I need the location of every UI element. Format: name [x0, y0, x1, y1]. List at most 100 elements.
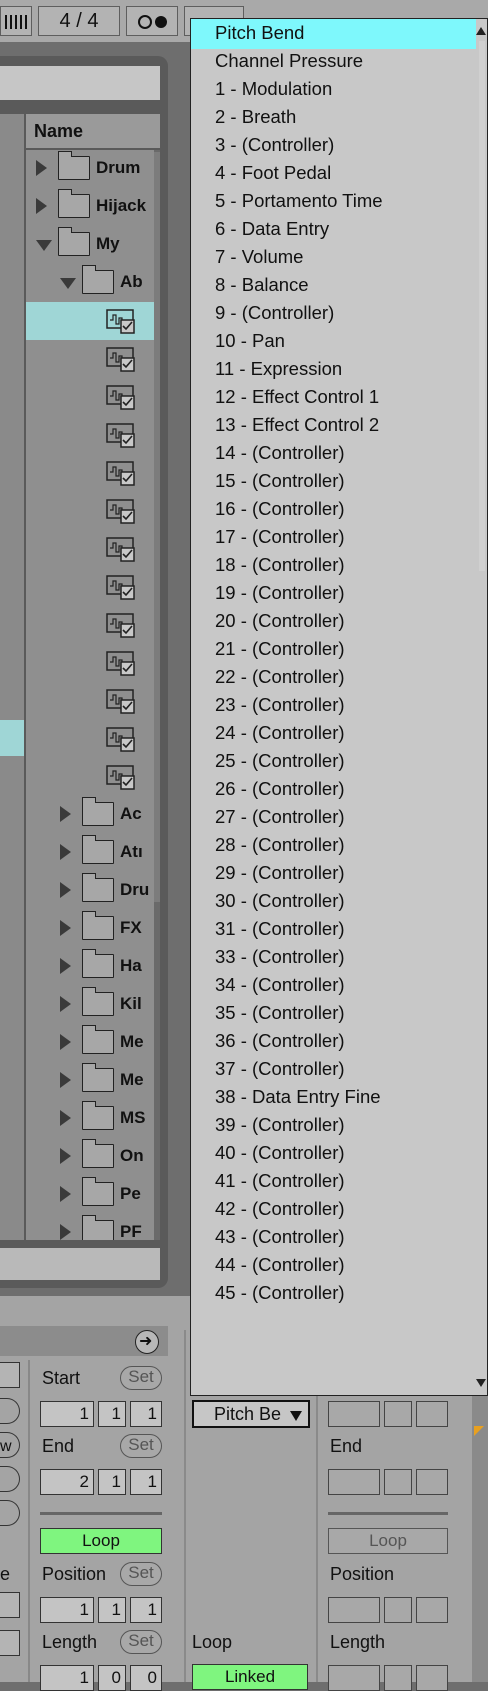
position-beat[interactable]: 1: [98, 1597, 126, 1623]
menu-item[interactable]: 1 - Modulation: [191, 75, 476, 105]
menu-item[interactable]: 40 - (Controller): [191, 1139, 476, 1169]
disclosure-closed-icon[interactable]: [60, 806, 71, 822]
env-position-bar[interactable]: [328, 1597, 380, 1623]
menu-item[interactable]: Pitch Bend: [191, 19, 476, 49]
menu-item[interactable]: 41 - (Controller): [191, 1167, 476, 1197]
left-field-3[interactable]: [0, 1630, 20, 1656]
left-field-2[interactable]: [0, 1592, 20, 1618]
disclosure-closed-icon[interactable]: [60, 996, 71, 1012]
hot-swap-arrow-button[interactable]: [135, 1330, 159, 1354]
left-field-1[interactable]: [0, 1362, 20, 1388]
menu-item[interactable]: 34 - (Controller): [191, 971, 476, 1001]
start-set-button[interactable]: Set: [120, 1366, 162, 1390]
menu-item[interactable]: 10 - Pan: [191, 327, 476, 357]
menu-item[interactable]: 4 - Foot Pedal: [191, 159, 476, 189]
browser-folder-row[interactable]: Ab: [26, 264, 160, 302]
menu-item[interactable]: 38 - Data Entry Fine: [191, 1083, 476, 1113]
menu-item[interactable]: 15 - (Controller): [191, 467, 476, 497]
browser-clip-row[interactable]: [26, 340, 160, 378]
start-bar[interactable]: 1: [40, 1401, 94, 1427]
disclosure-closed-icon[interactable]: [36, 160, 47, 176]
env-length-beat[interactable]: [384, 1665, 412, 1691]
env-start-bar[interactable]: [328, 1401, 380, 1427]
browser-clip-row[interactable]: [26, 416, 160, 454]
menu-item[interactable]: 42 - (Controller): [191, 1195, 476, 1225]
menu-item[interactable]: 27 - (Controller): [191, 803, 476, 833]
browser-clip-row[interactable]: [26, 492, 160, 530]
env-end-beat[interactable]: [384, 1469, 412, 1495]
browser-folder-row[interactable]: MS: [26, 1100, 160, 1138]
browser-folder-row[interactable]: On: [26, 1138, 160, 1176]
menu-item[interactable]: 3 - (Controller): [191, 131, 476, 161]
browser-clip-row[interactable]: [26, 644, 160, 682]
disclosure-closed-icon[interactable]: [60, 882, 71, 898]
menu-item[interactable]: 17 - (Controller): [191, 523, 476, 553]
position-set-button[interactable]: Set: [120, 1562, 162, 1586]
menu-item[interactable]: 13 - Effect Control 2: [191, 411, 476, 441]
browser-sidebar-selection[interactable]: [0, 720, 24, 756]
position-sixteenth[interactable]: 1: [130, 1597, 162, 1623]
env-end-bar[interactable]: [328, 1469, 380, 1495]
browser-folder-row[interactable]: Me: [26, 1062, 160, 1100]
menu-item[interactable]: Channel Pressure: [191, 47, 476, 77]
menu-item[interactable]: 20 - (Controller): [191, 607, 476, 637]
menu-item[interactable]: 35 - (Controller): [191, 999, 476, 1029]
browser-clip-row[interactable]: [26, 758, 160, 796]
menu-item[interactable]: 7 - Volume: [191, 243, 476, 273]
scroll-up-icon[interactable]: [476, 27, 486, 35]
disclosure-closed-icon[interactable]: [36, 198, 47, 214]
menu-item[interactable]: 16 - (Controller): [191, 495, 476, 525]
envelope-linked-button[interactable]: Linked: [192, 1664, 308, 1690]
menu-item[interactable]: 12 - Effect Control 1: [191, 383, 476, 413]
menu-item[interactable]: 31 - (Controller): [191, 915, 476, 945]
browser-folder-row[interactable]: PF: [26, 1214, 160, 1240]
browser-folder-row[interactable]: Atı: [26, 834, 160, 872]
menu-item[interactable]: 21 - (Controller): [191, 635, 476, 665]
browser-clip-row[interactable]: [26, 682, 160, 720]
browser-clip-row[interactable]: [26, 378, 160, 416]
browser-folder-row[interactable]: Pe: [26, 1176, 160, 1214]
disclosure-closed-icon[interactable]: [60, 958, 71, 974]
end-bar[interactable]: 2: [40, 1469, 94, 1495]
menu-item[interactable]: 43 - (Controller): [191, 1223, 476, 1253]
disclosure-closed-icon[interactable]: [60, 1034, 71, 1050]
menu-item[interactable]: 36 - (Controller): [191, 1027, 476, 1057]
browser-folder-row[interactable]: Dru: [26, 872, 160, 910]
browser-folder-row[interactable]: My: [26, 226, 160, 264]
disclosure-open-icon[interactable]: [60, 278, 76, 289]
end-sixteenth[interactable]: 1: [130, 1469, 162, 1495]
menu-item[interactable]: 8 - Balance: [191, 271, 476, 301]
menu-item[interactable]: 28 - (Controller): [191, 831, 476, 861]
env-start-beat[interactable]: [384, 1401, 412, 1427]
browser-clip-row[interactable]: [26, 720, 160, 758]
env-length-sixteenth[interactable]: [416, 1665, 448, 1691]
position-bar[interactable]: 1: [40, 1597, 94, 1623]
length-set-button[interactable]: Set: [120, 1630, 162, 1654]
menu-item[interactable]: 44 - (Controller): [191, 1251, 476, 1281]
browser-folder-row[interactable]: FX: [26, 910, 160, 948]
menu-item[interactable]: 25 - (Controller): [191, 747, 476, 777]
env-position-sixteenth[interactable]: [416, 1597, 448, 1623]
browser-clip-row[interactable]: [26, 606, 160, 644]
browser-clip-row[interactable]: [26, 530, 160, 568]
menu-item[interactable]: 33 - (Controller): [191, 943, 476, 973]
length-bar[interactable]: 1: [40, 1665, 94, 1691]
browser-scrollbar-thumb[interactable]: [154, 152, 160, 902]
disclosure-closed-icon[interactable]: [60, 1148, 71, 1164]
disclosure-closed-icon[interactable]: [60, 1110, 71, 1126]
menu-item[interactable]: 11 - Expression: [191, 355, 476, 385]
browser-clip-row[interactable]: [26, 568, 160, 606]
menu-item[interactable]: 5 - Portamento Time: [191, 187, 476, 217]
disclosure-closed-icon[interactable]: [60, 1186, 71, 1202]
env-loop-button[interactable]: Loop: [328, 1528, 448, 1554]
menu-item[interactable]: 26 - (Controller): [191, 775, 476, 805]
envelope-control-chooser[interactable]: Pitch Be: [192, 1400, 310, 1428]
menu-item[interactable]: 30 - (Controller): [191, 887, 476, 917]
env-start-sixteenth[interactable]: [416, 1401, 448, 1427]
time-signature[interactable]: 4 / 4: [38, 6, 120, 36]
menu-item[interactable]: 14 - (Controller): [191, 439, 476, 469]
env-length-bar[interactable]: [328, 1665, 380, 1691]
menu-item[interactable]: 24 - (Controller): [191, 719, 476, 749]
menu-item[interactable]: 37 - (Controller): [191, 1055, 476, 1085]
length-sixteenth[interactable]: 0: [130, 1665, 162, 1691]
